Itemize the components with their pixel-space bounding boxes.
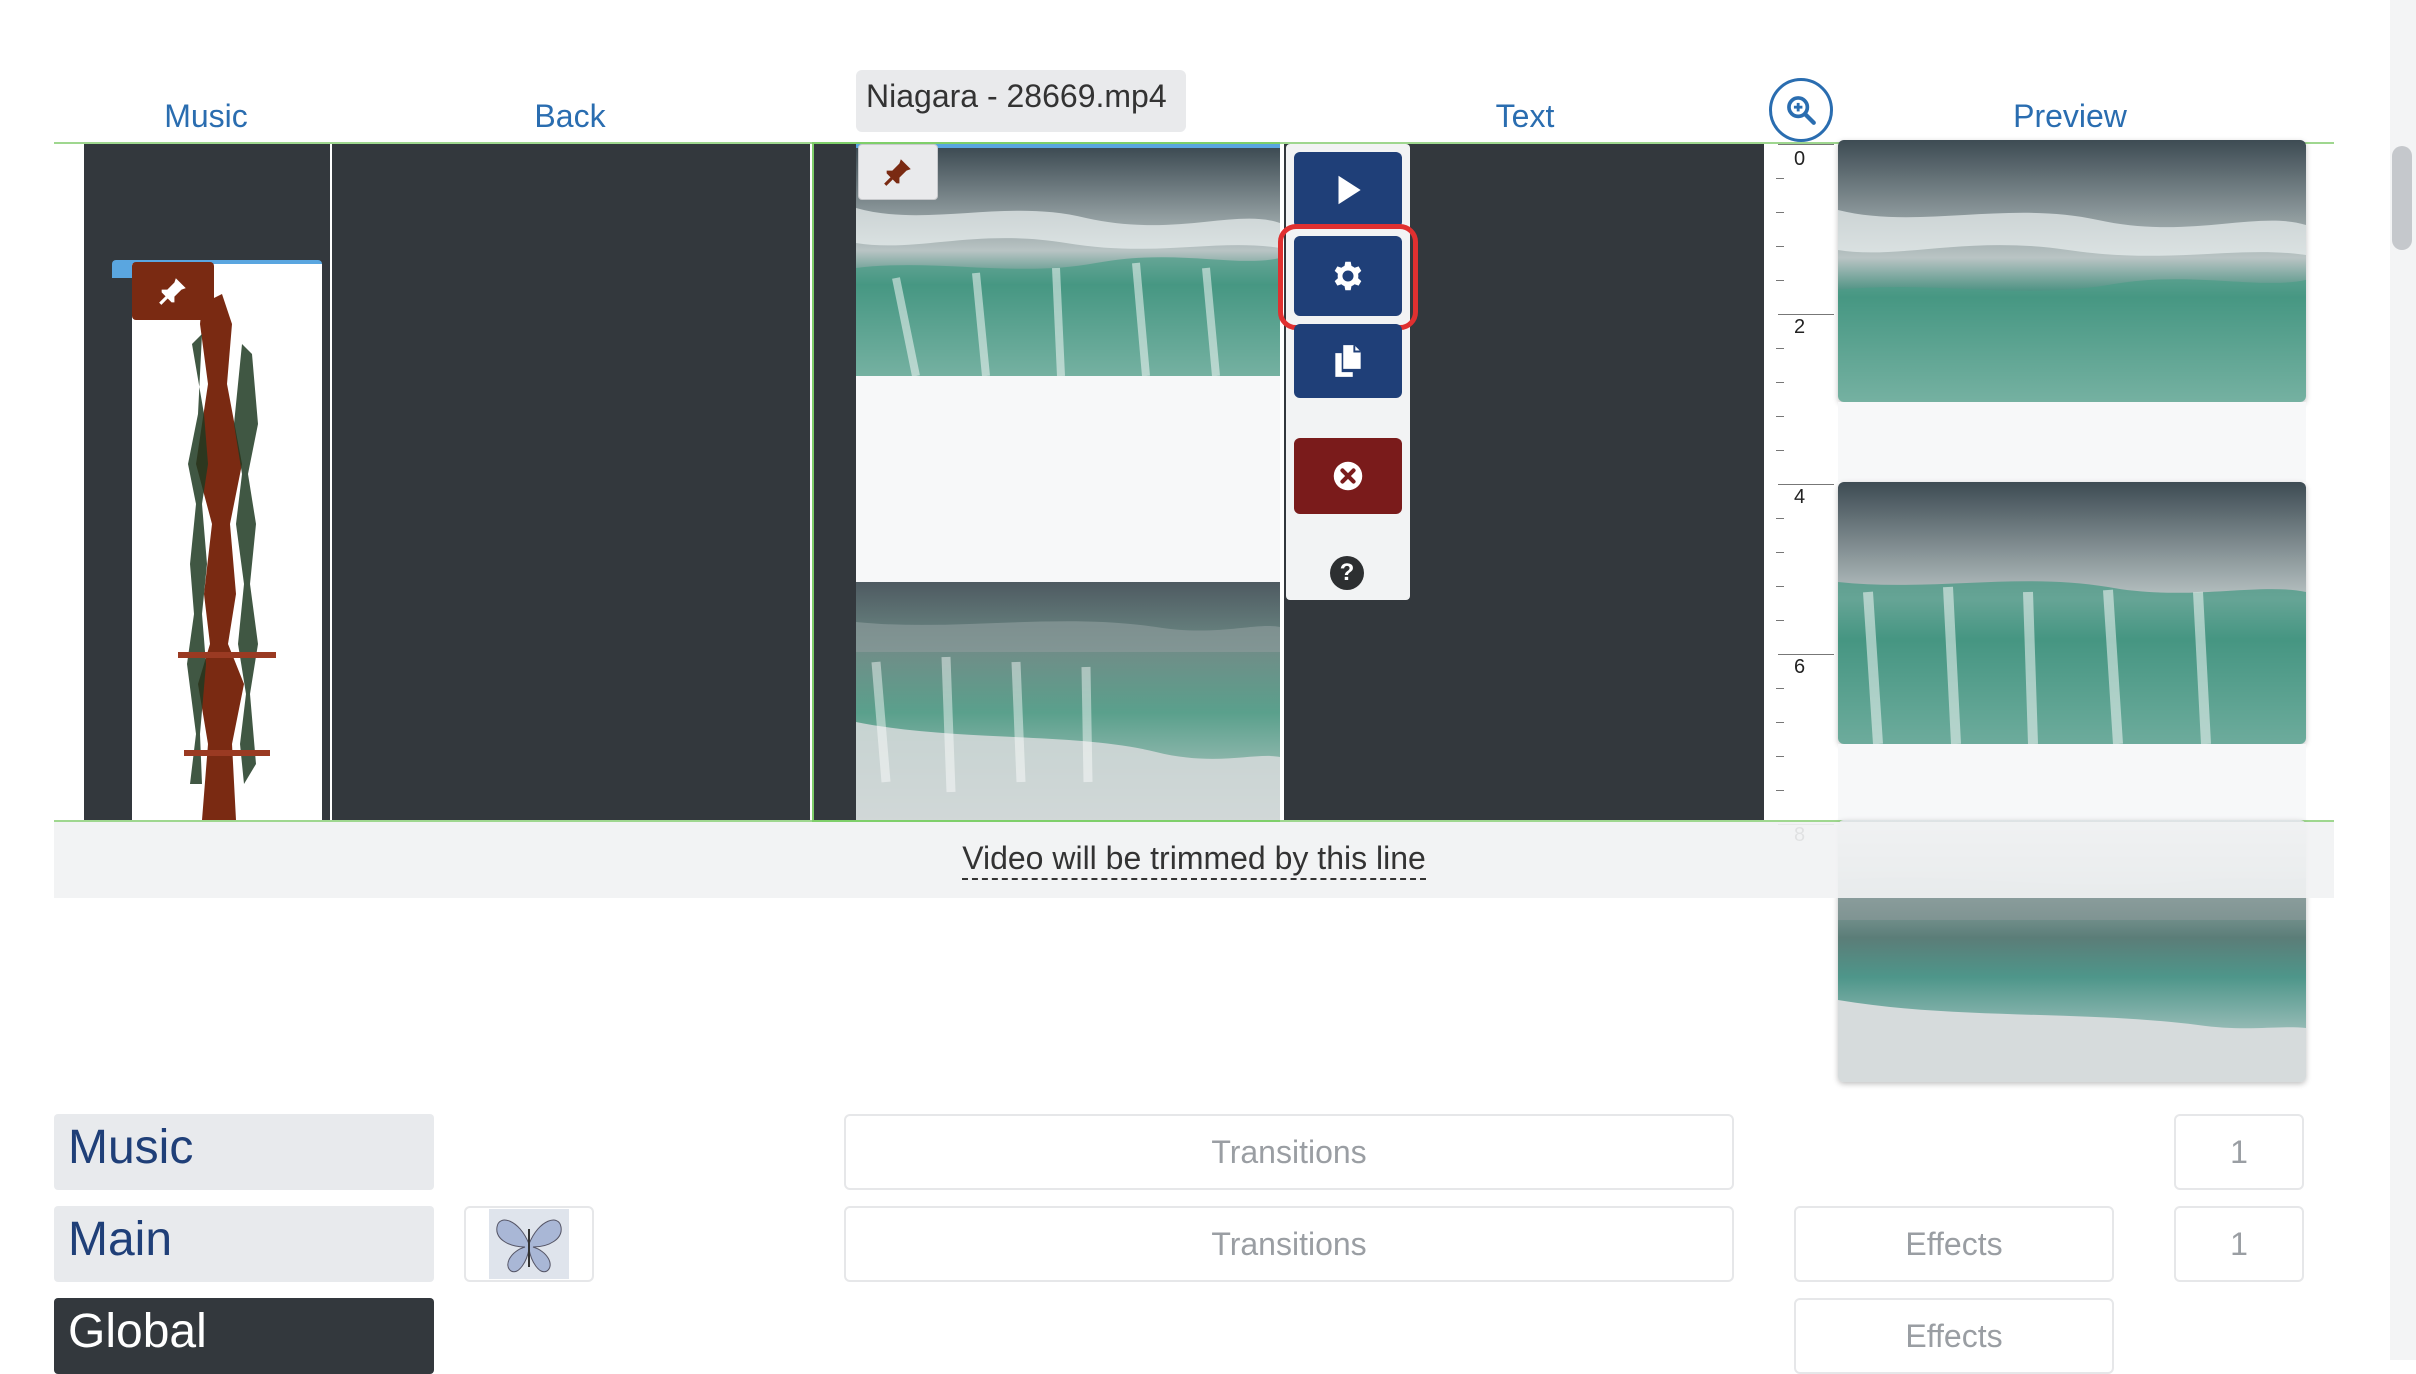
ruler-tick: [1776, 586, 1784, 587]
settings-button[interactable]: [1294, 236, 1402, 316]
page-scrollbar-thumb[interactable]: [2392, 146, 2412, 250]
main-track-thumbnail[interactable]: [464, 1206, 594, 1282]
music-pin-button[interactable]: [132, 262, 214, 320]
music-clip-waveform[interactable]: [132, 264, 322, 820]
ruler-label: 6: [1794, 656, 1806, 678]
ruler-tick: [1776, 178, 1784, 179]
preview-frame-2[interactable]: [1838, 482, 2306, 744]
clip-thumbnail-bottom[interactable]: [856, 582, 1280, 820]
back-lane: [332, 144, 810, 820]
music-column-header: Music: [164, 98, 248, 134]
waterfall-image: [1838, 482, 2306, 744]
clip-filename-tag: Niagara - 28669.mp4: [856, 70, 1186, 132]
ruler-tick: [1776, 688, 1784, 689]
ruler-tick: [1776, 620, 1784, 621]
waterfall-image: [856, 582, 1280, 820]
trim-message-wrap: Video will be trimmed by this line: [54, 840, 2334, 880]
music-track-label[interactable]: Music: [54, 1114, 434, 1190]
zoom-button[interactable]: [1769, 78, 1833, 142]
ruler-tick: [1776, 450, 1784, 451]
ruler-tick: [1776, 518, 1784, 519]
ruler-tick: [1778, 484, 1834, 485]
ruler-tick: [1776, 756, 1784, 757]
preview-column-header: Preview: [2013, 98, 2127, 134]
ruler-tick: [1776, 722, 1784, 723]
back-column-header: Back: [534, 98, 606, 134]
help-icon: ?: [1339, 559, 1355, 586]
butterfly-icon: [489, 1209, 569, 1279]
ruler-tick: [1776, 416, 1784, 417]
main-transitions-button[interactable]: Transitions: [844, 1206, 1734, 1282]
gear-icon: [1334, 261, 1362, 291]
ruler-label: 0: [1794, 148, 1806, 170]
ruler-tick: [1776, 212, 1784, 213]
global-effects-button[interactable]: Effects: [1794, 1298, 2114, 1374]
ruler-tick: [1778, 144, 1834, 145]
time-ruler: 0 2 4 6 8: [1766, 144, 1836, 846]
music-waveform-graphic: [178, 294, 276, 820]
main-count-field[interactable]: 1: [2174, 1206, 2304, 1282]
global-track-label[interactable]: Global: [54, 1298, 434, 1374]
copy-icon: [1335, 345, 1361, 377]
ruler-tick: [1776, 790, 1784, 791]
clip-pin-button[interactable]: [858, 144, 938, 200]
copy-button[interactable]: [1294, 324, 1402, 398]
ruler-tick: [1776, 382, 1784, 383]
pin-icon: [159, 278, 186, 305]
help-button[interactable]: ?: [1330, 556, 1364, 590]
ruler-tick: [1778, 654, 1834, 655]
zoom-in-icon: [1787, 96, 1816, 125]
ruler-tick: [1776, 246, 1784, 247]
ruler-tick: [1776, 280, 1784, 281]
delete-icon: [1333, 461, 1363, 491]
trim-message: Video will be trimmed by this line: [962, 840, 1426, 880]
ruler-tick: [1778, 314, 1834, 315]
ruler-label: 2: [1794, 316, 1806, 338]
preview-gap: [1838, 402, 2306, 482]
ruler-label: 4: [1794, 486, 1806, 508]
main-track-label[interactable]: Main: [54, 1206, 434, 1282]
music-count-field[interactable]: 1: [2174, 1114, 2304, 1190]
delete-button[interactable]: [1294, 438, 1402, 514]
ruler-tick: [1776, 348, 1784, 349]
main-effects-button[interactable]: Effects: [1794, 1206, 2114, 1282]
waterfall-image: [1838, 140, 2306, 402]
play-button[interactable]: [1294, 152, 1402, 228]
pin-icon: [884, 159, 911, 186]
text-column-header: Text: [1495, 98, 1555, 134]
clip-gap-area: [856, 376, 1280, 582]
ruler-tick: [1776, 552, 1784, 553]
music-transitions-button[interactable]: Transitions: [844, 1114, 1734, 1190]
play-icon: [1338, 175, 1361, 205]
preview-gap: [1838, 744, 2306, 820]
preview-frame-1[interactable]: [1838, 140, 2306, 402]
